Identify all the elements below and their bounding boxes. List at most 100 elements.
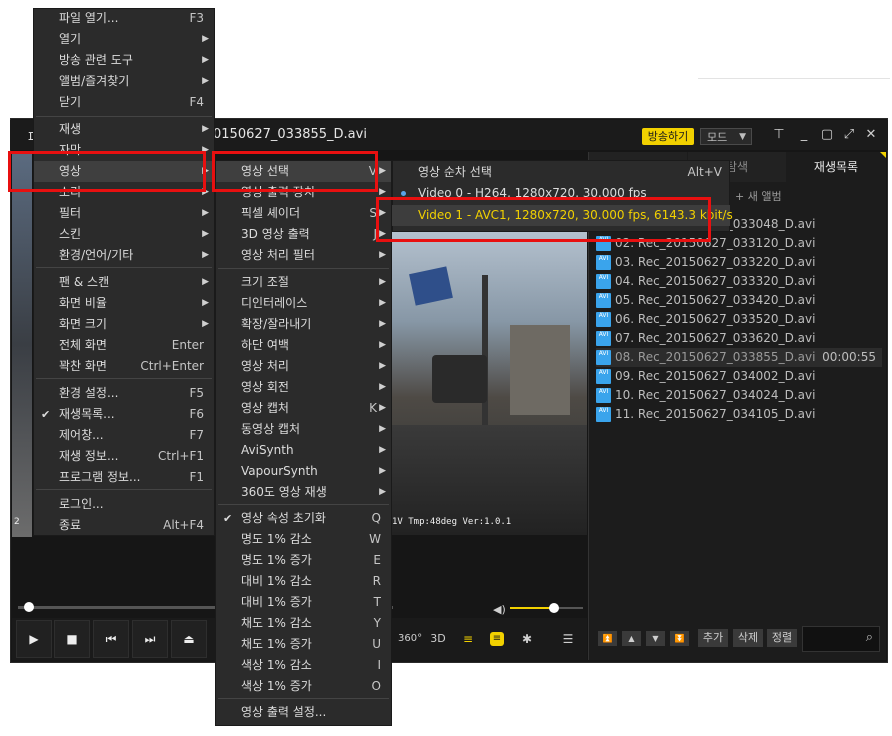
main-menu-item[interactable]: 닫기 F4 — [34, 92, 214, 113]
main-menu-item[interactable]: 재생 정보... Ctrl+F1 — [34, 446, 214, 467]
main-menu-item[interactable]: 환경 설정... F5 — [34, 383, 214, 404]
vr-360-icon[interactable]: 360° — [398, 628, 422, 650]
menu-icon[interactable]: ☰ — [556, 628, 580, 650]
video-menu-item[interactable]: 확장/잘라내기 ▶ — [216, 314, 391, 335]
main-menu-item[interactable]: 꽉찬 화면 Ctrl+Enter — [34, 356, 214, 377]
playlist-search-icon[interactable]: ≡ — [456, 628, 480, 650]
delete-button[interactable]: 삭제 — [733, 629, 763, 647]
main-menu-item[interactable]: 파일 열기... F3 — [34, 8, 214, 29]
main-menu-item[interactable]: 필터 ▶ — [34, 203, 214, 224]
memo-icon[interactable]: ≡ — [490, 632, 504, 646]
video-menu-item[interactable]: 대비 1% 감소 R — [216, 571, 391, 592]
previous-button[interactable]: ⏮ — [93, 620, 129, 658]
main-menu-item[interactable]: 제어창... F7 — [34, 425, 214, 446]
menu-separator — [36, 378, 212, 379]
main-menu-item[interactable]: 프로그램 정보... F1 — [34, 467, 214, 488]
settings-icon[interactable]: ✱ — [515, 628, 539, 650]
menu-item-label: 360도 영상 재생 — [241, 485, 327, 499]
menu-separator — [36, 267, 212, 268]
broadcast-button[interactable]: 방송하기 — [642, 128, 694, 145]
main-menu-item[interactable]: 환경/언어/기타 ▶ — [34, 245, 214, 266]
menu-item-label: 재생 — [59, 122, 82, 136]
video-menu-item[interactable]: 디인터레이스 ▶ — [216, 293, 391, 314]
video-menu-item[interactable]: 영상 회전 ▶ — [216, 377, 391, 398]
sort-button[interactable]: 정렬 — [767, 629, 797, 647]
menu-separator — [218, 268, 389, 269]
playlist-item[interactable]: AVI 05. Rec_20150627_033420_D.avi — [596, 291, 882, 310]
move-bottom-button[interactable]: ⏬ — [670, 631, 689, 646]
car — [432, 355, 487, 403]
video-menu-item[interactable]: 픽셀 셰이더 S ▶ — [216, 203, 391, 224]
video-menu-item[interactable]: 채도 1% 감소 Y — [216, 613, 391, 634]
submenu-arrow-icon: ▶ — [202, 319, 209, 329]
menu-item-label: 영상 캡처 — [241, 401, 289, 415]
playlist-item[interactable]: AVI 09. Rec_20150627_034002_D.avi — [596, 367, 882, 386]
playlist-item[interactable]: AVI 08. Rec_20150627_033855_D.avi 00:00:55 — [596, 348, 882, 367]
video-menu-item[interactable]: 영상 처리 필터 ▶ — [216, 245, 391, 266]
eject-button[interactable]: ⏏ — [171, 620, 207, 658]
video-menu-item[interactable]: 영상 처리 ▶ — [216, 356, 391, 377]
video-menu-item[interactable]: 3D 영상 출력 J ▶ — [216, 224, 391, 245]
video-menu-item[interactable]: 색상 1% 감소 I — [216, 655, 391, 676]
main-menu-item[interactable]: 전체 화면 Enter — [34, 335, 214, 356]
playlist-item[interactable]: AVI 03. Rec_20150627_033220_D.avi — [596, 253, 882, 272]
main-menu-item[interactable]: 종료 Alt+F4 — [34, 515, 214, 536]
main-menu-item[interactable]: 화면 크기 ▶ — [34, 314, 214, 335]
video-menu-item[interactable]: AviSynth ▶ — [216, 440, 391, 461]
main-menu-item[interactable]: 열기 ▶ — [34, 29, 214, 50]
maximize-icon[interactable]: ▢ — [818, 126, 836, 144]
video-menu-item[interactable]: 채도 1% 증가 U — [216, 634, 391, 655]
main-menu-item[interactable]: ✔ 재생목록... F6 — [34, 404, 214, 425]
playlist-item[interactable]: AVI 04. Rec_20150627_033320_D.avi — [596, 272, 882, 291]
menu-item-shortcut: E — [373, 553, 381, 567]
main-menu-item[interactable]: 팬 & 스캔 ▶ — [34, 272, 214, 293]
video-menu-item[interactable]: 영상 캡처 K ▶ — [216, 398, 391, 419]
pin-icon[interactable]: ⊤ — [770, 126, 788, 144]
video-menu-item[interactable]: 명도 1% 감소 W — [216, 529, 391, 550]
video-menu-item[interactable]: VapourSynth ▶ — [216, 461, 391, 482]
menu-item-label: VapourSynth — [241, 464, 318, 478]
move-up-button[interactable]: ▲ — [622, 631, 641, 646]
video-menu-item[interactable]: 크기 조절 ▶ — [216, 272, 391, 293]
playlist-search-input[interactable]: ⌕ — [802, 626, 880, 652]
playlist-item[interactable]: AVI 10. Rec_20150627_034024_D.avi — [596, 386, 882, 405]
add-button[interactable]: 추가 — [698, 629, 728, 647]
volume-icon[interactable]: ◀) — [493, 603, 506, 616]
main-menu-item[interactable]: 앨범/즐겨찾기 ▶ — [34, 71, 214, 92]
next-button[interactable]: ⏭ — [132, 620, 168, 658]
fullscreen-icon[interactable]: ⤢ — [840, 126, 858, 144]
playlist-item[interactable]: AVI 07. Rec_20150627_033620_D.avi — [596, 329, 882, 348]
main-menu-item[interactable]: 스킨 ▶ — [34, 224, 214, 245]
video-menu-item[interactable]: 명도 1% 증가 E — [216, 550, 391, 571]
video-menu-item[interactable]: ✔ 영상 속성 초기화 Q — [216, 508, 391, 529]
playlist-item-name: 07. Rec_20150627_033620_D.avi — [615, 331, 816, 345]
video-menu-item[interactable]: 영상 출력 설정... — [216, 702, 391, 723]
playlist-item-name: 05. Rec_20150627_033420_D.avi — [615, 293, 816, 307]
new-album-button[interactable]: + 새 앨범 — [735, 188, 782, 204]
tab-playlist[interactable]: 재생목록 — [787, 152, 885, 182]
playlist-item[interactable]: AVI 06. Rec_20150627_033520_D.avi — [596, 310, 882, 329]
play-button[interactable]: ▶ — [16, 620, 52, 658]
video-menu-item[interactable]: 하단 여백 ▶ — [216, 335, 391, 356]
video-menu-item[interactable]: 동영상 캡처 ▶ — [216, 419, 391, 440]
main-menu-item[interactable]: 로그인... — [34, 494, 214, 515]
video-menu-item[interactable]: 대비 1% 증가 T — [216, 592, 391, 613]
video-frame[interactable] — [392, 230, 587, 535]
main-menu-item[interactable]: 재생 ▶ — [34, 119, 214, 140]
main-menu-item[interactable]: 화면 비율 ▶ — [34, 293, 214, 314]
move-top-button[interactable]: ⏫ — [598, 631, 617, 646]
video-menu-item[interactable]: 색상 1% 증가 O — [216, 676, 391, 697]
seek-handle[interactable] — [24, 602, 34, 612]
minimize-icon[interactable]: _ — [795, 126, 813, 144]
video-menu-item[interactable]: 360도 영상 재생 ▶ — [216, 482, 391, 503]
stop-button[interactable]: ■ — [54, 620, 90, 658]
volume-bar-rest[interactable] — [558, 607, 583, 609]
volume-handle[interactable] — [549, 603, 559, 613]
close-icon[interactable]: ✕ — [862, 126, 880, 144]
playlist-item[interactable]: AVI 11. Rec_20150627_034105_D.avi — [596, 405, 882, 424]
main-menu-item[interactable]: 방송 관련 도구 ▶ — [34, 50, 214, 71]
move-down-button[interactable]: ▼ — [646, 631, 665, 646]
mode-dropdown[interactable]: 모드 ▼ — [700, 128, 752, 145]
3d-icon[interactable]: 3D — [426, 628, 450, 650]
video-stream-item[interactable]: 영상 순차 선택 Alt+V — [392, 162, 730, 183]
